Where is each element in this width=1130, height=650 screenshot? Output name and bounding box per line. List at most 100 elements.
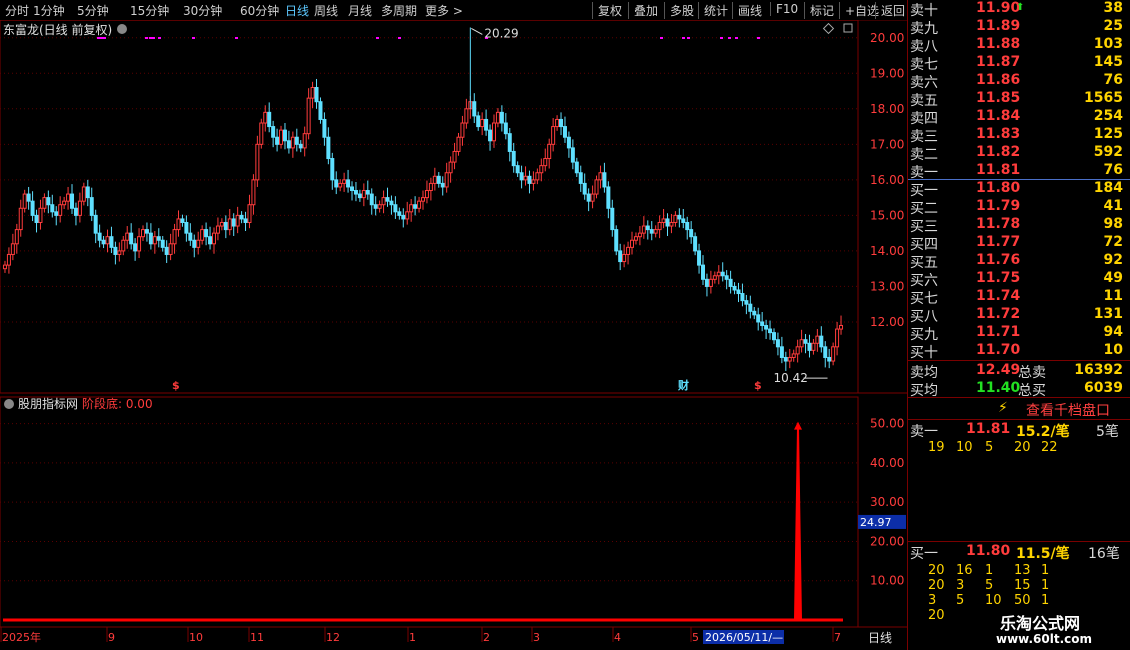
signal-dot	[235, 37, 238, 39]
bid-row[interactable]: 买四 11.77 72	[908, 234, 1130, 253]
chart-area[interactable]: 20.00 19.00 18.00 17.00 16.00 15.00 14.00 13.00…	[0, 20, 907, 650]
period-tab-3[interactable]: 15分钟	[130, 2, 169, 19]
period-tab-5[interactable]: 60分钟	[240, 2, 279, 19]
book-divider-5	[908, 541, 1130, 542]
event-marker[interactable]: $	[754, 379, 762, 392]
bid-label: 买五	[910, 255, 938, 271]
maximize-icon[interactable]	[843, 23, 853, 33]
total-buy-value: 6039	[1084, 380, 1123, 396]
candle-body	[559, 118, 564, 128]
period-label[interactable]: 日线	[868, 631, 892, 645]
candle-body	[480, 118, 485, 128]
period-tab-0[interactable]: 分时	[5, 2, 29, 19]
candle-body	[38, 207, 43, 223]
period-tab-1[interactable]: 1分钟	[33, 2, 65, 19]
candle-body	[677, 214, 682, 220]
tool-button-1[interactable]: 叠加	[628, 2, 658, 19]
period-tab-10[interactable]: 更多 >	[425, 2, 463, 19]
bid-label: 买六	[910, 273, 938, 289]
ask-volume: 76	[1103, 162, 1123, 178]
title-dropdown-icon[interactable]	[117, 24, 127, 34]
candle-body	[223, 221, 228, 231]
ask-row[interactable]: 卖三 11.83 125	[908, 126, 1130, 145]
tool-button-4[interactable]: 画线	[732, 2, 762, 19]
period-tab-4[interactable]: 30分钟	[183, 2, 222, 19]
price-chart-svg[interactable]: 20.00 19.00 18.00 17.00 16.00 15.00 14.00 13.00…	[0, 20, 907, 650]
indicator-tick-label: 10.00	[870, 574, 904, 588]
candle-body	[732, 285, 737, 291]
bid-row[interactable]: 买二 11.79 41	[908, 198, 1130, 217]
bid-row[interactable]: 买九 11.71 94	[908, 324, 1130, 343]
candle-body	[413, 204, 418, 209]
bid-row[interactable]: 买六 11.75 49	[908, 270, 1130, 289]
ask-row[interactable]: 卖四 11.84 254	[908, 108, 1130, 127]
candle-body	[417, 200, 422, 209]
ask-label: 卖二	[910, 147, 938, 163]
ask-row[interactable]: 卖一 11.81 76	[908, 162, 1130, 181]
x-axis-label: 5	[692, 631, 699, 644]
candle-body	[752, 310, 757, 316]
candle-body	[626, 246, 631, 255]
bid-row[interactable]: 买十 11.70 10	[908, 342, 1130, 361]
x-axis-label: 2025年	[2, 630, 41, 644]
ask-label: 卖四	[910, 111, 938, 127]
candle-body	[117, 250, 122, 255]
event-marker[interactable]: $	[172, 379, 180, 392]
buy1-order: 16	[956, 563, 973, 578]
candle-body	[637, 232, 642, 238]
bid-row[interactable]: 买一 11.80 184	[908, 180, 1130, 199]
watermark-name: 乐淘公式网	[1000, 614, 1081, 633]
ask-label: 卖八	[910, 39, 938, 55]
candle-body	[645, 225, 650, 231]
bid-row[interactable]: 买七 11.74 11	[908, 288, 1130, 307]
candle-body	[590, 193, 595, 202]
candle-body	[215, 225, 220, 234]
bid-price: 11.76	[976, 252, 1021, 268]
period-tab-9[interactable]: 多周期	[381, 2, 417, 19]
candle-body	[204, 229, 209, 238]
tool-button-5[interactable]: F10	[770, 2, 798, 16]
tool-button-7[interactable]: +自选	[839, 2, 879, 19]
signal-dot	[103, 37, 106, 39]
indicator-dropdown-icon[interactable]	[4, 399, 14, 409]
candle-body	[279, 129, 284, 145]
period-tab-2[interactable]: 5分钟	[77, 2, 109, 19]
tool-button-0[interactable]: 复权	[592, 2, 622, 19]
candle-body	[196, 239, 201, 248]
candle-body	[535, 172, 540, 181]
ask-row[interactable]: 卖十 11.90 38 ⬆	[908, 0, 1130, 19]
sell1-order: 22	[1041, 440, 1058, 455]
event-marker[interactable]: 财	[677, 378, 689, 392]
candle-body	[574, 161, 579, 174]
period-tab-7[interactable]: 周线	[314, 2, 338, 19]
candle-body	[586, 193, 591, 202]
signal-dot	[728, 37, 731, 39]
ask-row[interactable]: 卖二 11.82 592	[908, 144, 1130, 163]
candle-body	[85, 186, 90, 199]
candle-body	[791, 353, 796, 358]
ask-row[interactable]: 卖七 11.87 145	[908, 54, 1130, 73]
signal-dot	[735, 37, 738, 39]
ask-row[interactable]: 卖六 11.86 76	[908, 72, 1130, 91]
period-tab-8[interactable]: 月线	[348, 2, 372, 19]
candle-body	[531, 179, 536, 184]
sell1-row: 卖一 11.81 15.2/笔 5笔	[908, 421, 1130, 440]
bid-label: 买一	[910, 183, 938, 199]
ask-row[interactable]: 卖五 11.85 1565	[908, 90, 1130, 109]
depth-button[interactable]: ⚡ 查看千档盘口	[908, 400, 1130, 419]
ask-price: 11.84	[976, 108, 1021, 124]
period-tab-6[interactable]: 日线	[285, 2, 309, 19]
candle-body	[720, 271, 725, 277]
ask-row[interactable]: 卖八 11.88 103	[908, 36, 1130, 55]
candle-body	[543, 158, 548, 167]
bid-row[interactable]: 买五 11.76 92	[908, 252, 1130, 271]
tool-button-2[interactable]: 多股	[664, 2, 694, 19]
tool-button-3[interactable]: 统计	[698, 2, 728, 19]
tool-button-8[interactable]: 返回	[875, 2, 905, 19]
bid-row[interactable]: 买三 11.78 98	[908, 216, 1130, 235]
candle-body	[779, 346, 784, 358]
diamond-icon[interactable]	[822, 22, 835, 35]
bid-row[interactable]: 买八 11.72 131	[908, 306, 1130, 325]
tool-button-6[interactable]: 标记	[804, 2, 834, 19]
ask-row[interactable]: 卖九 11.89 25	[908, 18, 1130, 37]
